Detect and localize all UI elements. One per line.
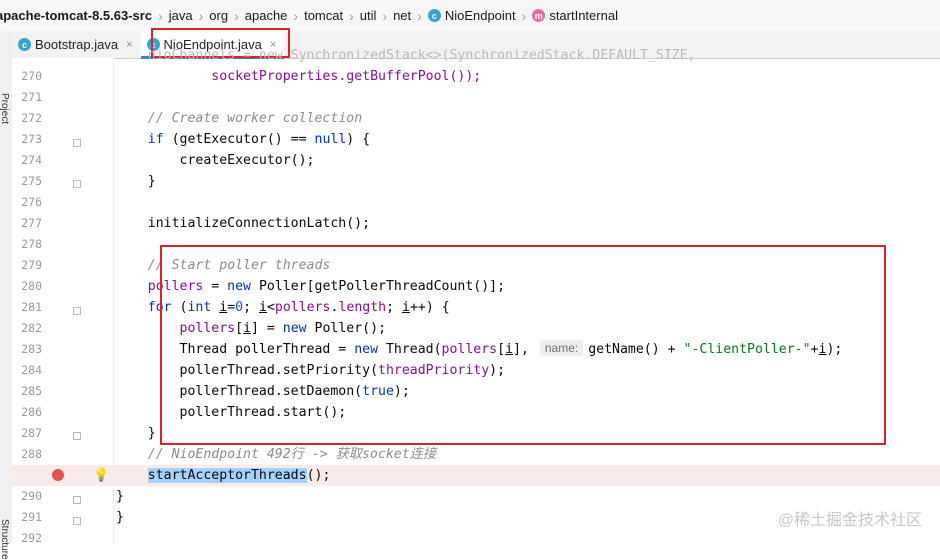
code-line: } <box>116 174 156 189</box>
breadcrumb-project[interactable]: apache-tomcat-8.5.63-src <box>0 8 156 23</box>
code-token: socketProperties.getBufferPool()); <box>211 69 482 84</box>
fold-marker-icon[interactable] <box>73 517 81 525</box>
line-number: 281 <box>21 300 42 314</box>
code-line: if (getExecutor() == null) { <box>147 132 371 147</box>
code-line: initializeConnectionLatch(); <box>116 216 371 231</box>
line-number: 275 <box>21 174 42 188</box>
breadcrumb-class[interactable]: c NioEndpoint <box>424 8 520 23</box>
breadcrumb-chevron-icon: › <box>158 7 163 24</box>
breadcrumb-chevron-icon: › <box>293 7 299 24</box>
line-number: 277 <box>21 216 42 230</box>
line-number: 279 <box>21 258 42 272</box>
fold-marker-icon[interactable] <box>73 307 81 315</box>
line-number: 290 <box>21 489 42 503</box>
code-line-current: startAcceptorThreads(); <box>12 465 940 486</box>
lightbulb-icon[interactable]: 💡 <box>93 467 109 483</box>
code-line: socketProperties.getBufferPool()); <box>116 66 940 87</box>
line-number: 283 <box>21 342 42 356</box>
line-number <box>12 45 42 66</box>
breakpoint-icon[interactable] <box>52 469 64 481</box>
class-icon: c <box>427 9 441 22</box>
breadcrumb-class-label: NioEndpoint <box>444 8 516 23</box>
breadcrumb-java[interactable]: java <box>165 8 197 23</box>
code-comment: // NioEndpoint 492行 -> 获取socket连接 <box>147 447 437 462</box>
breadcrumb: apache-tomcat-8.5.63-src › java › org › … <box>0 0 940 32</box>
fold-marker-icon[interactable] <box>73 139 81 147</box>
breadcrumb-chevron-icon: › <box>198 7 204 24</box>
line-number: 286 <box>21 405 42 419</box>
fold-marker-icon[interactable] <box>73 432 81 440</box>
line-number: 280 <box>21 279 42 293</box>
method-icon: m <box>532 9 546 22</box>
breadcrumb-chevron-icon: › <box>417 7 422 24</box>
line-number: 287 <box>21 426 42 440</box>
breadcrumb-tomcat[interactable]: tomcat <box>300 8 347 23</box>
line-number: 271 <box>21 90 42 104</box>
line-number: 291 <box>21 510 42 524</box>
breadcrumb-chevron-icon: › <box>521 7 527 24</box>
code-comment: // Create worker collection <box>147 111 363 126</box>
fold-marker-icon[interactable] <box>73 496 81 504</box>
code-line: // NioEndpoint 492行 -> 获取socket连接 <box>116 444 940 465</box>
code-line-text: nioChannels = new SynchronizedStack<>(Sy… <box>147 48 696 63</box>
breadcrumb-chevron-icon: › <box>234 7 239 24</box>
line-number: 276 <box>21 195 42 209</box>
project-tool-window-button[interactable]: Project <box>0 93 10 124</box>
line-number: 272 <box>21 111 42 125</box>
breadcrumb-method-label: startInternal <box>549 8 618 23</box>
line-number: 285 <box>21 384 42 398</box>
breadcrumb-util[interactable]: util <box>356 8 381 23</box>
breadcrumb-chevron-icon: › <box>349 7 354 24</box>
code-line: createExecutor(); <box>116 153 315 168</box>
code-line: // Create worker collection <box>116 108 940 129</box>
structure-tool-window-button[interactable]: Structure <box>0 519 10 560</box>
breadcrumb-chevron-icon: › <box>382 7 388 24</box>
line-number: 282 <box>21 321 42 335</box>
line-number: 288 <box>21 447 42 461</box>
breadcrumb-method[interactable]: m startInternal <box>528 8 622 23</box>
code-line: nioChannels = new SynchronizedStack<>(Sy… <box>116 45 940 66</box>
tab-label: Bootstrap.java <box>35 37 119 52</box>
line-number: 270 <box>21 69 42 83</box>
line-number: 284 <box>21 363 42 377</box>
breadcrumb-net[interactable]: net <box>389 8 415 23</box>
code-line: } <box>116 489 124 504</box>
code-highlight-box <box>160 245 886 445</box>
breadcrumb-org[interactable]: org <box>205 8 232 23</box>
line-number: 292 <box>21 531 42 545</box>
line-number: 273 <box>21 132 42 146</box>
line-number: 278 <box>21 237 42 251</box>
watermark: @稀土掘金技术社区 <box>777 512 922 529</box>
line-number: 274 <box>21 153 42 167</box>
fold-marker-icon[interactable] <box>73 180 81 188</box>
breadcrumb-apache[interactable]: apache <box>241 8 292 23</box>
